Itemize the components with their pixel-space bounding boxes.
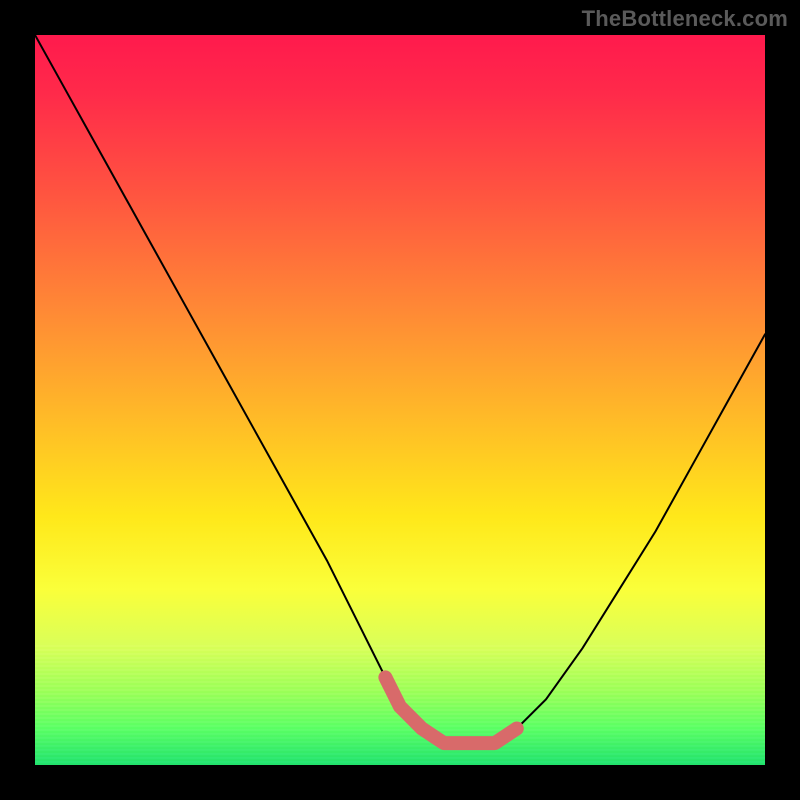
chart-frame: TheBottleneck.com bbox=[0, 0, 800, 800]
plot-area bbox=[35, 35, 765, 765]
curve-highlight bbox=[385, 677, 516, 743]
curve-line bbox=[35, 35, 765, 743]
bottleneck-curve bbox=[35, 35, 765, 765]
watermark-text: TheBottleneck.com bbox=[582, 6, 788, 32]
